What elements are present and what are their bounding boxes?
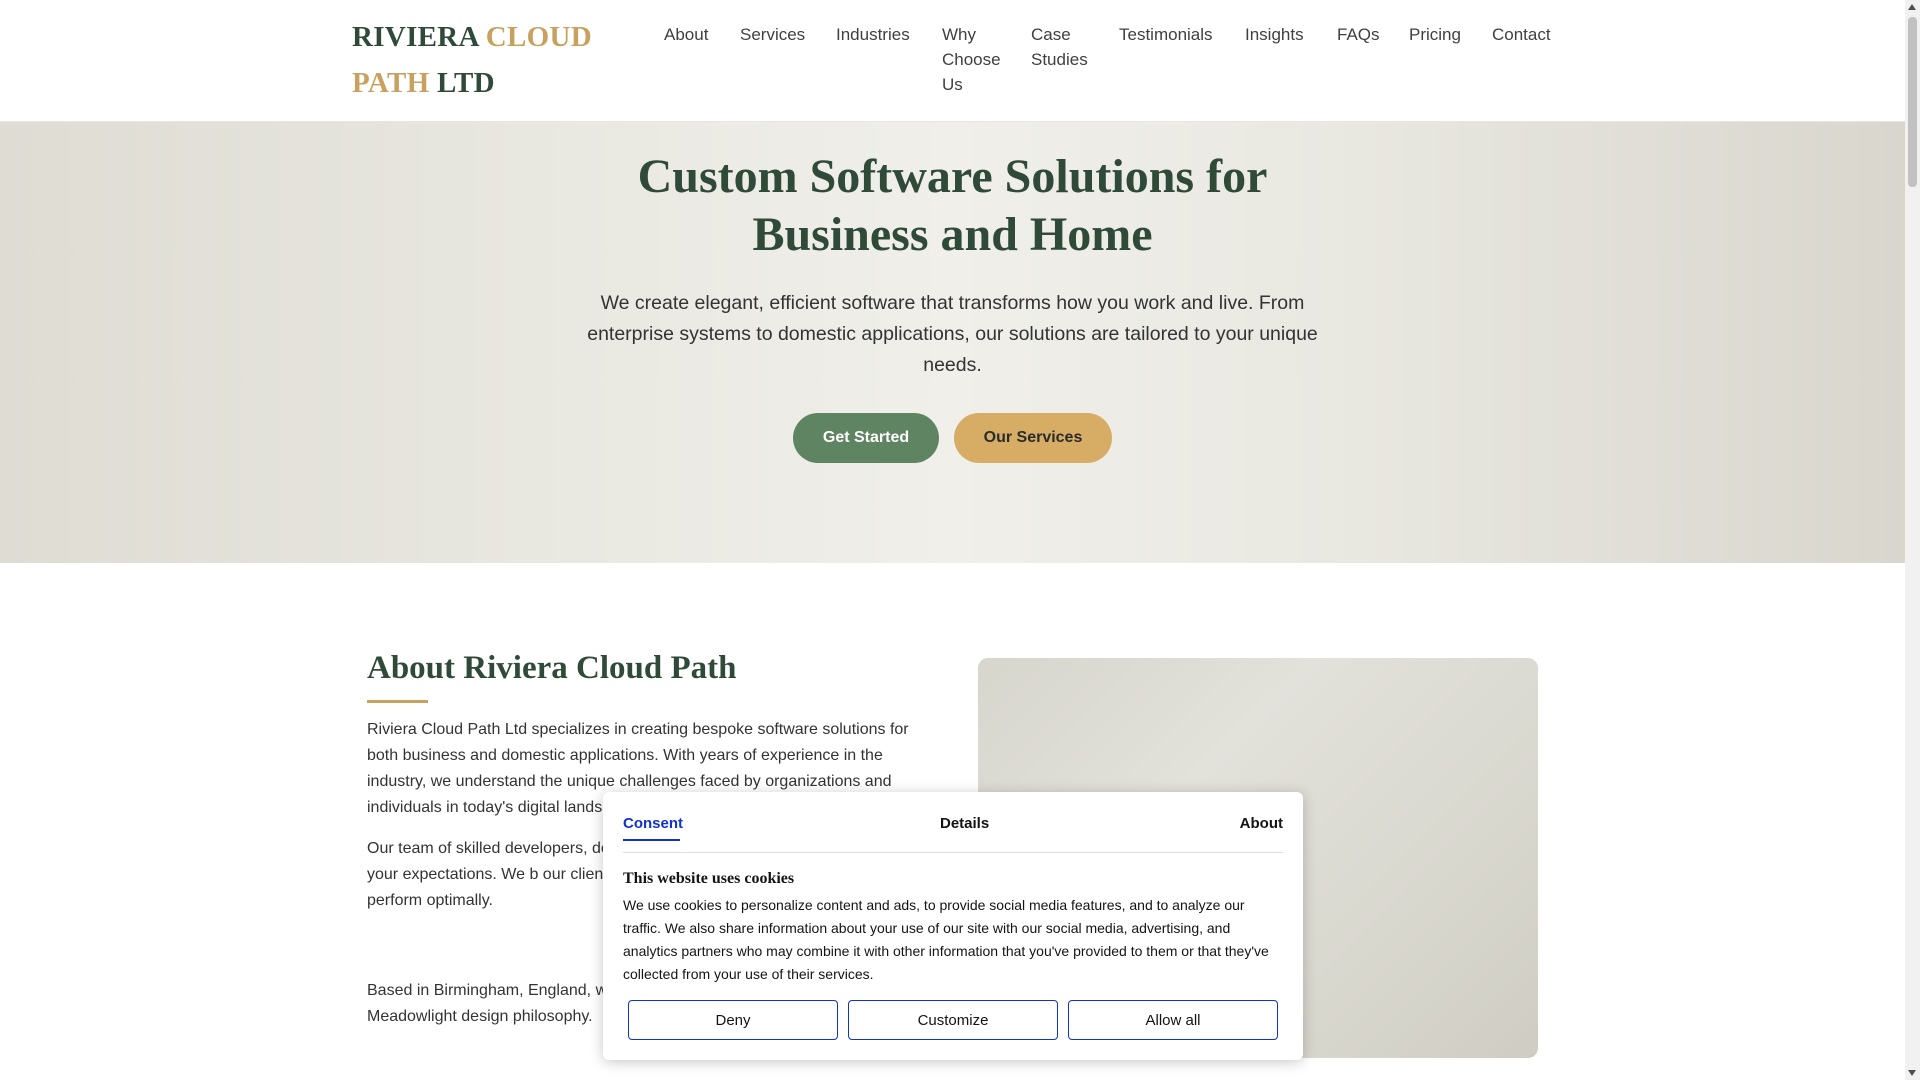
hero-description: We create elegant, efficient software th… (587, 292, 1318, 376)
customize-button[interactable]: Customize (848, 1000, 1058, 1040)
nav-why-choose-us[interactable]: Why Choose Us (942, 22, 1006, 97)
allow-all-button[interactable]: Allow all (1068, 1000, 1278, 1040)
nav-testimonials[interactable]: Testimonials (1119, 22, 1213, 47)
scrollbar-thumb[interactable] (1908, 17, 1917, 187)
cookie-consent-dialog: Consent Details About This website uses … (603, 792, 1303, 1060)
hero-title: Custom Software Solutions for Business a… (637, 150, 1268, 261)
our-services-button[interactable]: Our Services (954, 413, 1112, 463)
tab-consent[interactable]: Consent (623, 814, 683, 834)
about-title: About Riviera Cloud Path (367, 650, 737, 686)
nav-case-studies[interactable]: Case Studies (1031, 22, 1097, 72)
nav-industries[interactable]: Industries (836, 22, 910, 47)
nav-contact[interactable]: Contact (1492, 22, 1551, 47)
get-started-button[interactable]: Get Started (793, 413, 939, 463)
tab-details[interactable]: Details (940, 814, 989, 834)
nav-pricing[interactable]: Pricing (1409, 22, 1461, 47)
nav-about[interactable]: About (664, 22, 708, 47)
nav-services[interactable]: Services (740, 22, 805, 47)
deny-button[interactable]: Deny (628, 1000, 838, 1040)
nav-faqs[interactable]: FAQs (1337, 22, 1380, 47)
cookie-heading: This website uses cookies (623, 870, 795, 887)
scroll-up-arrow-icon[interactable] (1908, 4, 1916, 10)
scroll-down-arrow-icon[interactable] (1908, 1070, 1916, 1076)
title-underline (367, 700, 428, 703)
hero-section: Custom Software Solutions for Business a… (0, 122, 1905, 563)
main-nav: About Services Industries Why Choose Us … (0, 22, 1905, 102)
active-tab-indicator (623, 839, 680, 841)
page-scrollbar[interactable] (1905, 0, 1920, 1080)
site-header: RIVIERA CLOUD PATH LTD About Services In… (0, 0, 1905, 122)
nav-insights[interactable]: Insights (1245, 22, 1304, 47)
cookie-description: We use cookies to personalize content an… (623, 897, 1269, 982)
cookie-tabs: Consent Details About (623, 792, 1283, 853)
tab-about[interactable]: About (1240, 814, 1283, 834)
